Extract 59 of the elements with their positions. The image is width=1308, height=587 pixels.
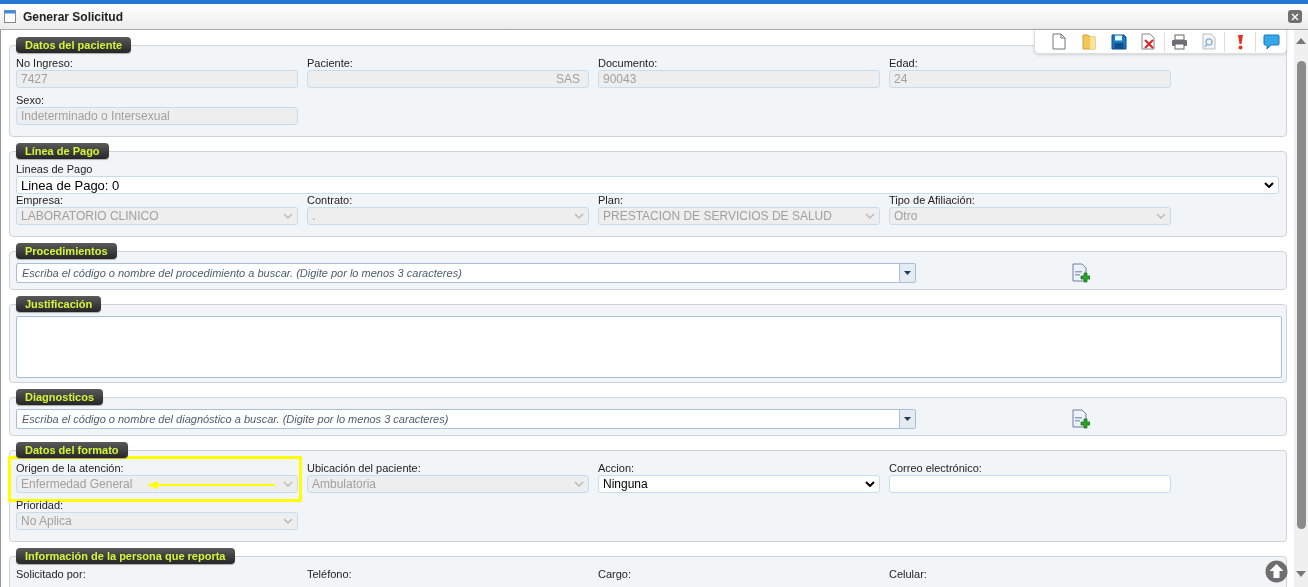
field-label: Correo electrónico: (889, 462, 983, 475)
section-title: Línea de Pago (16, 143, 109, 159)
field-label: Empresa: (16, 194, 65, 207)
speech-bubble-icon[interactable] (1262, 33, 1280, 50)
field-label: Prioridad: (16, 499, 65, 512)
section-title: Datos del paciente (16, 37, 132, 53)
field-label: Tipo de Afiliación: (889, 194, 976, 207)
triangle-down-icon (904, 271, 911, 275)
section-title: Diagnosticos (16, 389, 104, 405)
field-label: Lineas de Pago (16, 163, 94, 176)
exclamation-icon[interactable] (1236, 33, 1244, 50)
printer-icon[interactable] (1170, 33, 1188, 50)
search-field[interactable]: Escriba el código o nombre del procedimiento a buscar. (Digite por lo menos 3 caracteres) (16, 263, 916, 283)
add-document-icon[interactable] (1072, 263, 1090, 283)
chevron-down-icon (865, 481, 875, 487)
window-title: Generar Solicitud (23, 9, 125, 24)
scroll-down-icon[interactable] (1296, 571, 1306, 577)
chevron-down-icon (1156, 213, 1166, 219)
delete-document-icon[interactable] (1141, 33, 1157, 50)
chevron-down-icon (283, 518, 293, 524)
field-label: Plan: (598, 194, 625, 207)
field-label: Paciente: (307, 57, 354, 70)
section-title: Información de la persona que reporta (16, 548, 235, 564)
section-title: Datos del formato (16, 442, 128, 458)
field-label: No Ingreso: (16, 57, 74, 70)
new-document-icon[interactable] (1051, 33, 1066, 50)
chevron-down-icon (865, 213, 875, 219)
text-field[interactable] (889, 475, 1171, 493)
chevron-down-icon (574, 213, 584, 219)
field-label: Sexo: (16, 94, 46, 107)
chevron-down-icon (283, 213, 293, 219)
scroll-up-icon[interactable] (1296, 38, 1306, 44)
add-document-icon[interactable] (1072, 409, 1090, 429)
field-label: Origen de la atención: (16, 462, 125, 475)
search-field[interactable]: Escriba el código o nombre del diagnóstico a buscar. (Digite por lo menos 3 caracteres) (16, 409, 916, 429)
field-label: Ubicación del paciente: (307, 462, 422, 475)
field-label: Celular: (889, 568, 928, 581)
scroll-to-top-icon[interactable] (1265, 560, 1288, 583)
section-title: Justificación (16, 296, 102, 312)
section-title: Procedimientos (16, 243, 117, 259)
field-label: Contrato: (307, 194, 354, 207)
field-label: Edad: (889, 57, 919, 70)
chevron-down-icon (574, 481, 584, 487)
dropdown-button[interactable] (899, 264, 915, 282)
close-button[interactable] (1288, 10, 1302, 23)
window-icon (4, 10, 16, 23)
field-label: Teléfono: (307, 568, 353, 581)
chevron-down-icon (1264, 182, 1274, 188)
chevron-down-icon (283, 481, 293, 487)
field-label: Solicitado por: (16, 568, 87, 581)
triangle-down-icon (904, 417, 911, 421)
dropdown[interactable]: Ninguna (598, 475, 880, 493)
field-label: Cargo: (598, 568, 633, 581)
field-label: Accion: (598, 462, 636, 475)
field-label: Documento: (598, 57, 659, 70)
dropdown[interactable]: Linea de Pago: 0 (16, 176, 1279, 194)
close-icon (1291, 12, 1299, 21)
dropdown-button[interactable] (899, 410, 915, 428)
scroll-thumb[interactable] (1296, 61, 1306, 529)
